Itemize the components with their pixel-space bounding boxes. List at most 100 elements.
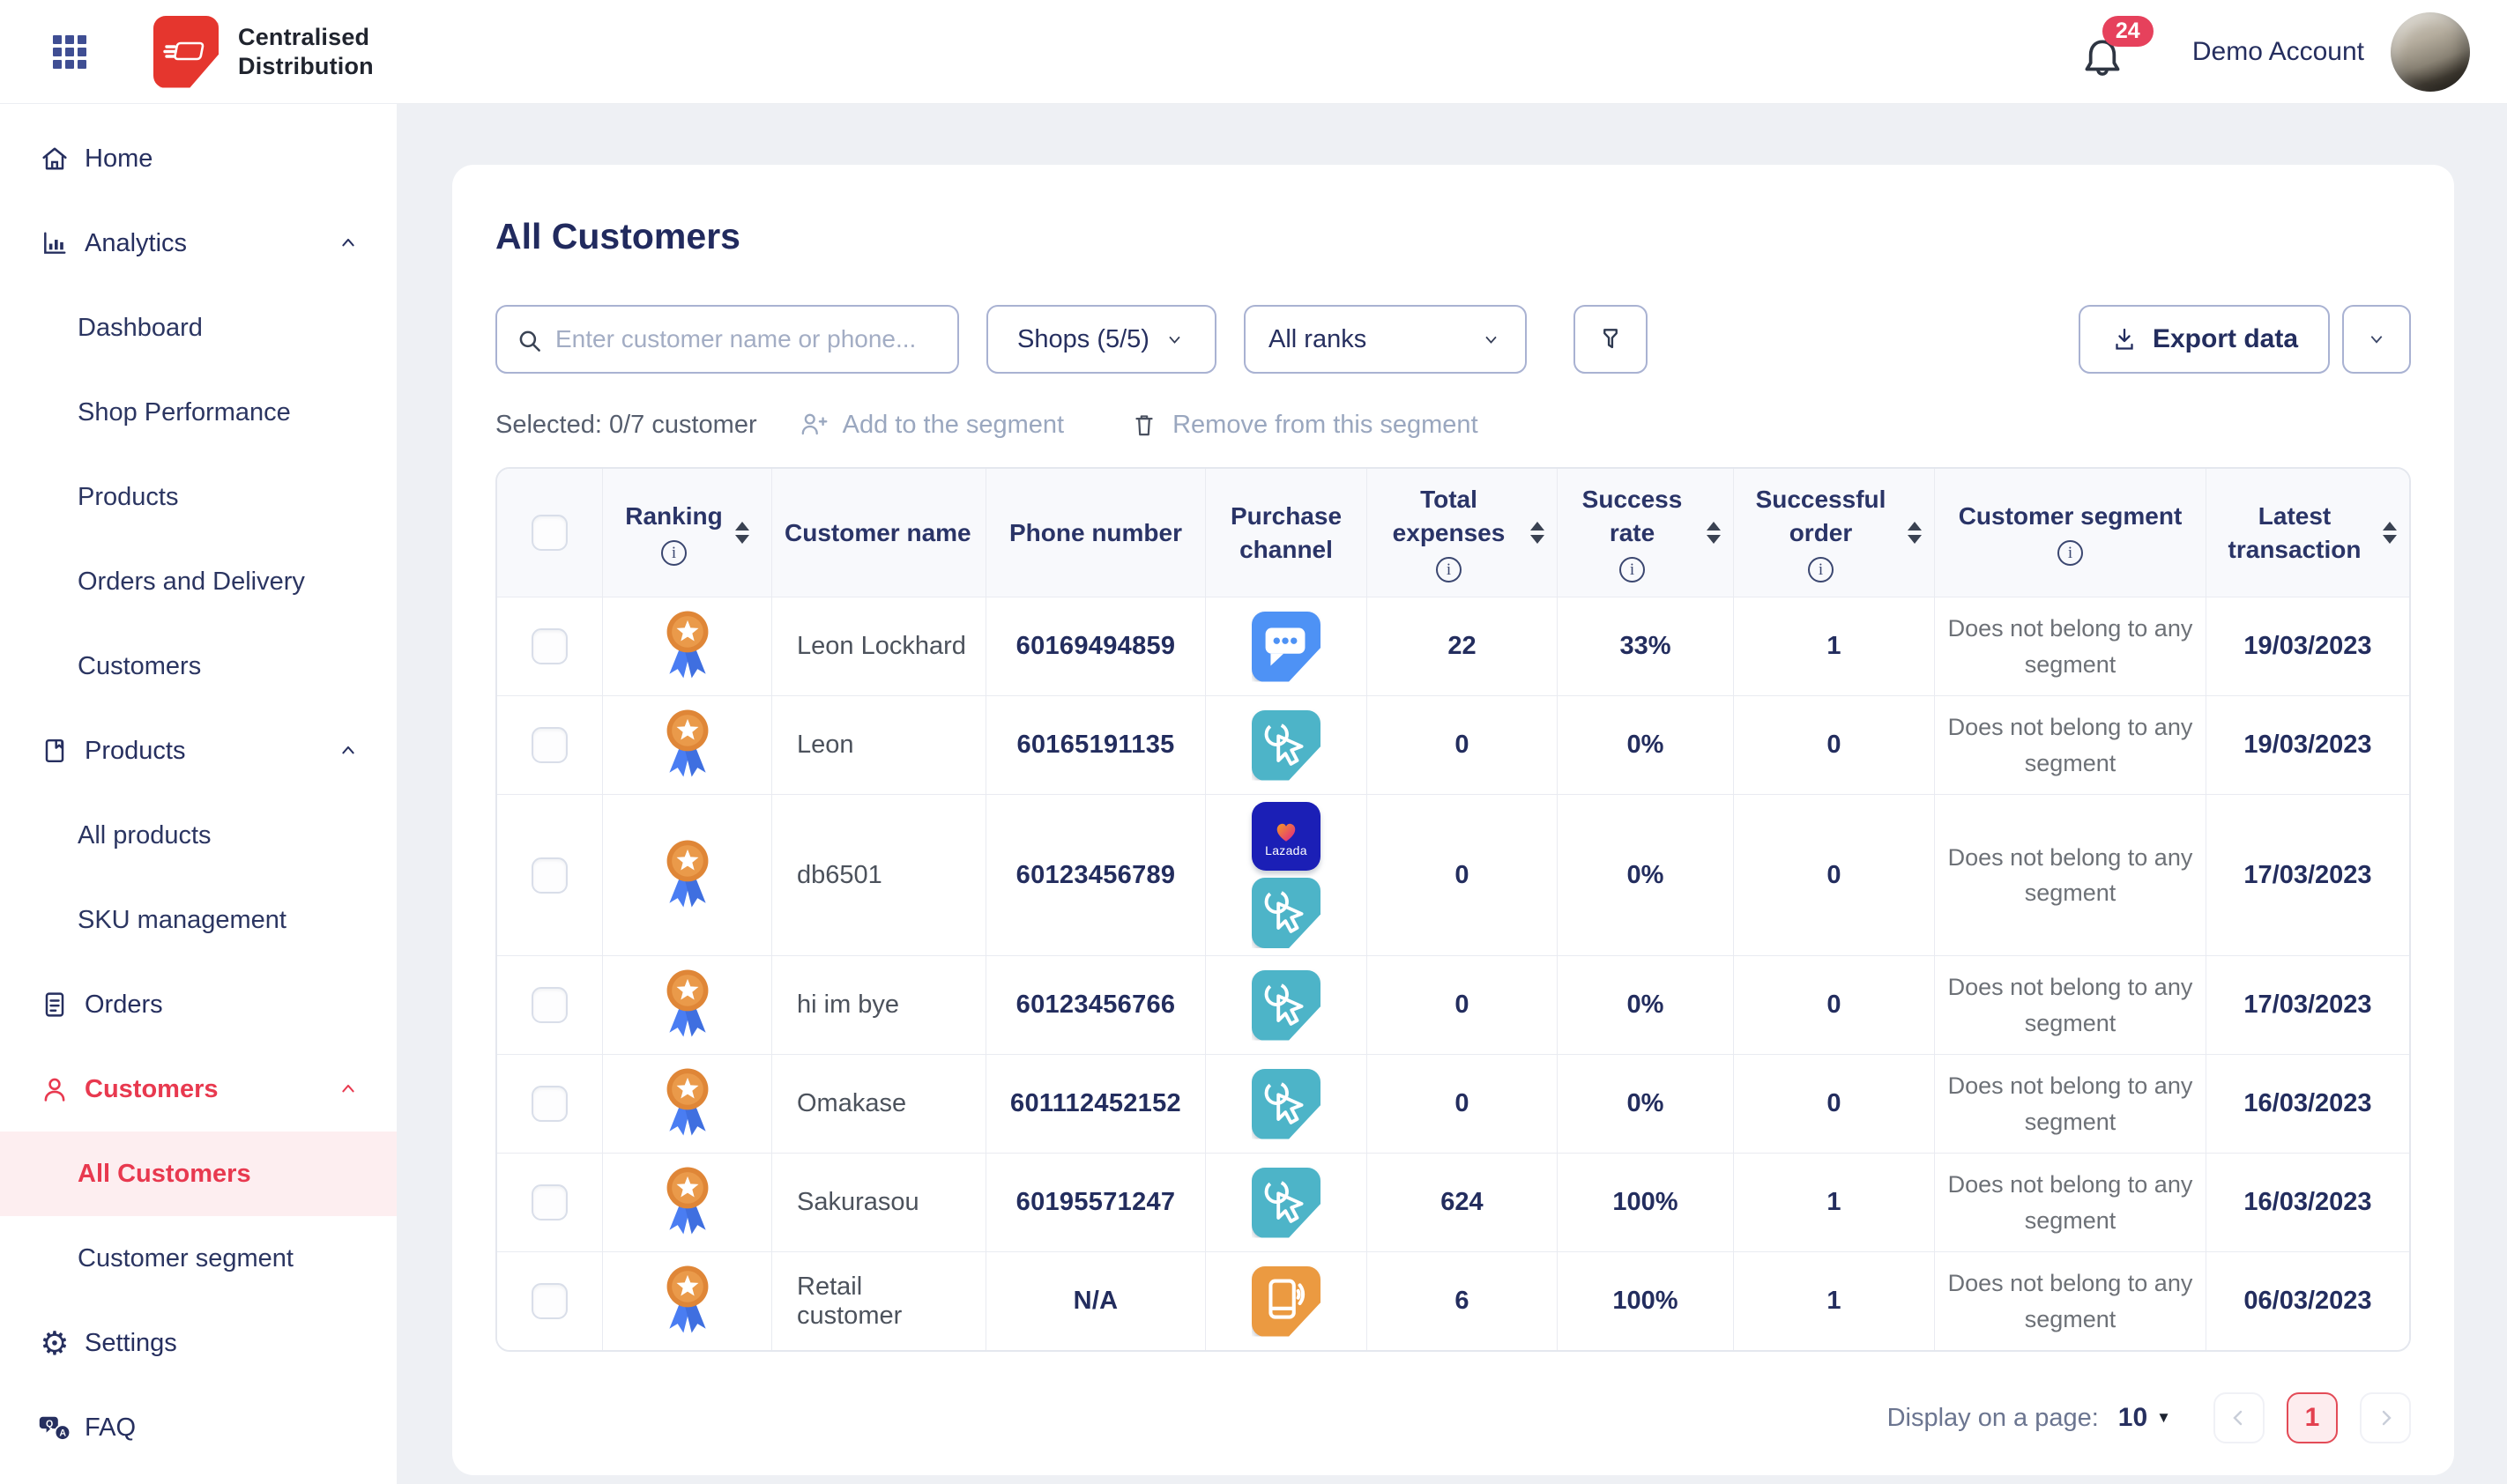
sidebar-item-label: Customers <box>78 652 201 681</box>
sort-icon[interactable] <box>735 522 749 544</box>
latest-transaction-cell: 17/03/2023 <box>2206 795 2409 955</box>
export-options-button[interactable] <box>2342 305 2411 374</box>
remove-from-segment-button[interactable]: Remove from this segment <box>1129 410 1478 440</box>
table-header-row: RankingiCustomer namePhone numberPurchas… <box>497 469 2409 597</box>
row-checkbox[interactable] <box>532 987 568 1023</box>
selected-count: Selected: 0/7 customer <box>495 411 757 440</box>
ranking-cell <box>603 1055 772 1153</box>
sidebar-item-label: Orders <box>85 991 163 1020</box>
purchase-channel-cell: Lazada <box>1206 795 1367 955</box>
successful-order-cell: 0 <box>1734 956 1935 1054</box>
column-header-total-expenses: Total expensesi <box>1367 469 1558 597</box>
select-all-checkbox[interactable] <box>532 515 568 551</box>
sidebar-item-orders-and-delivery[interactable]: Orders and Delivery <box>0 539 397 624</box>
avatar[interactable] <box>2391 12 2470 92</box>
customer-segment-cell: Does not belong to any segment <box>1935 1252 2206 1350</box>
next-page-button[interactable] <box>2360 1392 2411 1443</box>
funnel-icon <box>1595 323 1626 355</box>
rank-medal-icon <box>661 1162 714 1243</box>
advanced-filter-button[interactable] <box>1573 305 1648 374</box>
faq-icon: QA <box>37 1412 72 1443</box>
info-icon[interactable]: i <box>1619 557 1645 582</box>
column-header-customer-segment: Customer segmenti <box>1935 469 2206 597</box>
sidebar-item-products[interactable]: Products <box>0 709 397 793</box>
sidebar-item-settings[interactable]: ⚙Settings <box>0 1301 397 1385</box>
row-checkbox[interactable] <box>532 1283 568 1319</box>
sidebar-item-all-products[interactable]: All products <box>0 793 397 878</box>
latest-transaction-cell: 16/03/2023 <box>2206 1154 2409 1251</box>
purchase-channel-cell <box>1206 1055 1367 1153</box>
rank-medal-icon <box>661 1064 714 1144</box>
phone-number-cell: 60123456789 <box>986 795 1206 955</box>
total-expenses-cell: 0 <box>1367 795 1558 955</box>
sort-icon[interactable] <box>1530 522 1544 544</box>
sidebar-item-label: Shop Performance <box>78 398 291 427</box>
success-rate-cell: 100% <box>1558 1154 1734 1251</box>
sort-icon[interactable] <box>1908 522 1922 544</box>
app-grid-icon[interactable] <box>53 35 86 69</box>
selection-bar: Selected: 0/7 customer Add to the segmen… <box>495 409 2411 441</box>
products-icon <box>37 735 72 767</box>
notifications-button[interactable]: 24 <box>2079 21 2132 83</box>
customer-segment-cell: Does not belong to any segment <box>1935 597 2206 695</box>
page-size-select[interactable]: 10▼ <box>2118 1403 2171 1433</box>
person-add-icon <box>798 409 829 441</box>
rank-medal-icon <box>661 835 714 916</box>
sidebar-item-products[interactable]: Products <box>0 455 397 539</box>
sidebar-item-customer-segment[interactable]: Customer segment <box>0 1216 397 1301</box>
row-checkbox[interactable] <box>532 727 568 763</box>
customer-name-cell: Leon Lockhard <box>772 597 986 695</box>
sidebar-item-label: Products <box>85 737 185 766</box>
webstore-channel-icon <box>1252 1168 1320 1238</box>
sidebar-item-dashboard[interactable]: Dashboard <box>0 286 397 370</box>
sidebar-item-label: FAQ <box>85 1414 136 1443</box>
sidebar-item-all-customers[interactable]: All Customers <box>0 1132 397 1216</box>
chevron-up-icon[interactable] <box>337 1078 360 1101</box>
shops-dropdown[interactable]: Shops (5/5) <box>986 305 1216 374</box>
row-checkbox[interactable] <box>532 1086 568 1122</box>
info-icon[interactable]: i <box>1808 557 1834 582</box>
ranking-cell <box>603 956 772 1054</box>
latest-transaction-cell: 19/03/2023 <box>2206 597 2409 695</box>
sidebar-item-home[interactable]: Home <box>0 116 397 201</box>
page-number-button[interactable]: 1 <box>2287 1392 2338 1443</box>
sort-icon[interactable] <box>2383 522 2397 544</box>
prev-page-button[interactable] <box>2213 1392 2265 1443</box>
table-row: db650160123456789Lazada00%0Does not belo… <box>497 794 2409 955</box>
main-content: All Customers Shops (5/5) All ranks <box>397 104 2507 1484</box>
info-icon[interactable]: i <box>661 540 687 566</box>
success-rate-cell: 0% <box>1558 696 1734 794</box>
sidebar-item-analytics[interactable]: Analytics <box>0 201 397 286</box>
table-row: Leon Lockhard601694948592233%1Does not b… <box>497 597 2409 695</box>
total-expenses-cell: 0 <box>1367 696 1558 794</box>
sidebar-item-shop-performance[interactable]: Shop Performance <box>0 370 397 455</box>
sidebar-item-label: Home <box>85 145 153 174</box>
sidebar-item-orders[interactable]: Orders <box>0 962 397 1047</box>
info-icon[interactable]: i <box>2057 540 2083 566</box>
webstore-channel-icon <box>1252 710 1320 781</box>
sidebar-item-sku-management[interactable]: SKU management <box>0 878 397 962</box>
search-input[interactable] <box>495 305 959 374</box>
row-checkbox[interactable] <box>532 1184 568 1221</box>
chevron-up-icon[interactable] <box>337 739 360 762</box>
row-checkbox[interactable] <box>532 857 568 894</box>
info-icon[interactable]: i <box>1436 557 1462 582</box>
webstore-channel-icon <box>1252 878 1320 948</box>
customer-segment-cell: Does not belong to any segment <box>1935 956 2206 1054</box>
table-row: Leon6016519113500%0Does not belong to an… <box>497 695 2409 794</box>
account-name[interactable]: Demo Account <box>2192 37 2364 67</box>
add-to-segment-button[interactable]: Add to the segment <box>798 409 1065 441</box>
sidebar-item-faq[interactable]: QA FAQ <box>0 1385 397 1470</box>
ranking-cell <box>603 1154 772 1251</box>
ranks-dropdown[interactable]: All ranks <box>1244 305 1527 374</box>
sort-icon[interactable] <box>1707 522 1721 544</box>
sidebar-item-customers[interactable]: Customers <box>0 1047 397 1132</box>
lazada-channel-icon: Lazada <box>1252 802 1320 871</box>
search-icon <box>515 326 545 356</box>
row-checkbox[interactable] <box>532 628 568 664</box>
export-data-button[interactable]: Export data <box>2079 305 2330 374</box>
chevron-up-icon[interactable] <box>337 232 360 255</box>
customer-name-cell: Omakase <box>772 1055 986 1153</box>
sidebar-item-customers[interactable]: Customers <box>0 624 397 709</box>
sidebar-item-label: SKU management <box>78 906 286 935</box>
